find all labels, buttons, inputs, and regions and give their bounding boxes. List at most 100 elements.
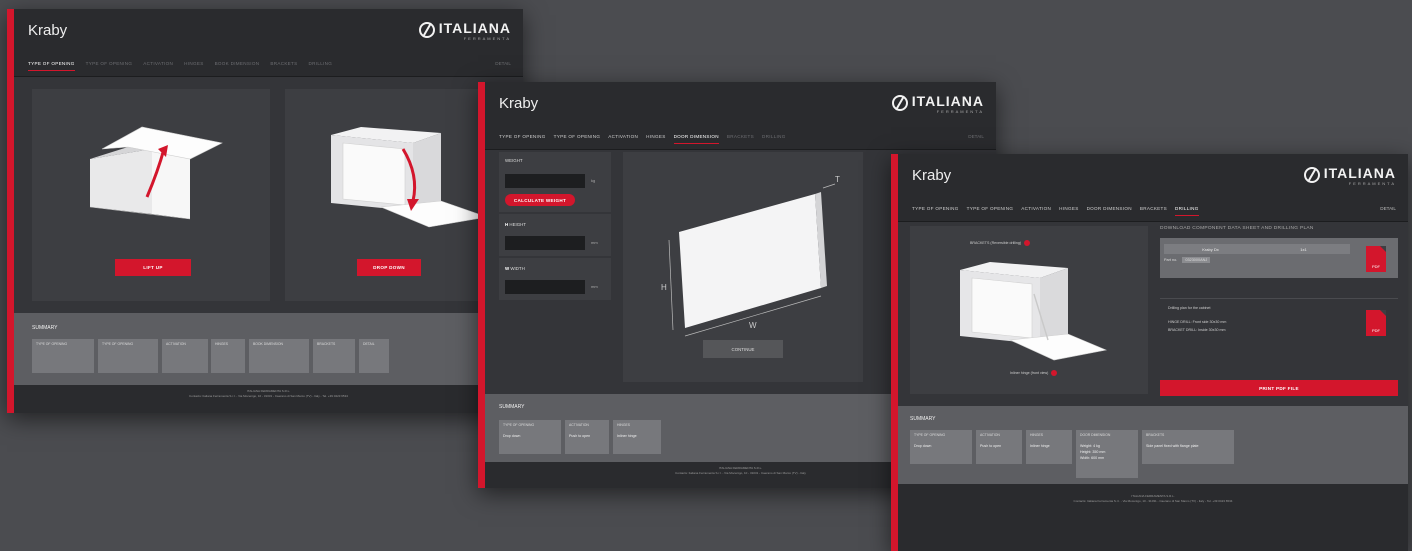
drilling-plan-block: Drilling plan for the cabinet HINGE DRIL… [1160,306,1398,356]
summary-item: BOOK DIMENSION [249,339,309,373]
tab-type-of-opening[interactable]: TYPE OF OPENING [28,57,75,71]
app-title: Kraby [499,94,539,112]
height-dim-letter: H [505,222,509,227]
tab-hinges[interactable]: HINGES [646,130,665,143]
summary-item: ACTIVATION Push to open [565,420,609,454]
summary-item: ACTIVATION Push to open [976,430,1022,464]
tab-type-of-opening[interactable]: TYPE OF OPENING [912,202,959,215]
width-input[interactable] [505,280,585,294]
summary-section: SUMMARY TYPE OF OPENING Drop down ACTIVAT… [898,406,1408,484]
dimension-t-label: T [835,175,840,184]
pdf-drilling-icon[interactable]: PDF [1366,310,1386,336]
component-table: Kraby Dx 1x1 [1164,244,1350,254]
app-title: Kraby [912,166,952,184]
tab-hinges[interactable]: HINGES [184,57,203,70]
cabinet-preview-panel: BRACKETS (Reversible drilling) Inliner h… [910,226,1148,394]
part-code-row: Part no. 0323000ANJ [1164,257,1211,263]
weight-input[interactable] [505,174,585,188]
app-title: Kraby [28,21,68,39]
height-input[interactable] [505,236,585,250]
tab-type-of-opening-2[interactable]: TYPE OF OPENING [86,57,133,70]
drilling-line-2: BRACKET DRILL: Inside 30x30 mm [1168,328,1226,332]
tab-type-of-opening-2[interactable]: TYPE OF OPENING [554,130,601,143]
tab-brackets[interactable]: BRACKETS [270,57,297,70]
print-pdf-button[interactable]: PRINT PDF FILE [1160,380,1398,396]
summary-item: BRACKETS [313,339,355,373]
weight-label: WEIGHT [505,158,523,163]
step-nav: TYPE OF OPENING TYPE OF OPENING ACTIVATI… [898,196,1408,222]
hinge-caption: Inliner hinge (front view) [1010,370,1058,376]
tab-type-of-opening[interactable]: TYPE OF OPENING [499,130,546,143]
step-nav: TYPE OF OPENING TYPE OF OPENING ACTIVATI… [485,124,996,150]
detail-link[interactable]: DETAIL [1380,206,1396,211]
summary-item: TYPE OF OPENING [32,339,94,373]
height-label: H HEIGHT [505,222,526,227]
tab-activation[interactable]: ACTIVATION [608,130,638,143]
app-header: Kraby ITALIANA FERRAMENTA [14,9,523,51]
summary-item: HINGES [211,339,245,373]
summary-title: SUMMARY [910,416,936,422]
weight-unit: kg [591,178,596,183]
window-type-of-opening: Kraby ITALIANA FERRAMENTA TYPE OF OPENING… [7,9,523,413]
window-drilling: Kraby ITALIANA FERRAMENTA TYPE OF OPENING… [891,154,1408,551]
width-dim-letter: W [505,266,510,271]
tab-brackets[interactable]: BRACKETS [1140,202,1167,215]
tab-activation[interactable]: ACTIVATION [143,57,173,70]
pdf-download-icon[interactable]: PDF [1366,246,1386,272]
tab-hinges[interactable]: HINGES [1059,202,1078,215]
tab-door-dimension[interactable]: DOOR DIMENSION [1087,202,1132,215]
summary-item: TYPE OF OPENING Drop down [499,420,561,454]
part-code-label: Part no. [1164,258,1178,262]
drop-down-button[interactable]: DROP DOWN [357,259,421,276]
tab-activation[interactable]: ACTIVATION [1021,202,1051,215]
detail-link[interactable]: DETAIL [968,134,984,139]
continue-button[interactable]: CONTINUE [703,340,783,358]
tab-drilling[interactable]: DRILLING [309,57,333,70]
tab-door-dimension[interactable]: DOOR DIMENSION [673,130,719,144]
weight-field-group: WEIGHT kg CALCULATE WEIGHT [499,152,611,212]
lift-up-button[interactable]: LIFT UP [115,259,191,276]
download-section: DOWNLOAD COMPONENT DATA SHEET AND DRILLI… [1160,226,1400,396]
summary-item: TYPE OF OPENING [98,339,158,373]
italiana-logo-icon [1303,167,1320,183]
door-panel-diagram: H W T [661,175,840,337]
brackets-caption: BRACKETS (Reversible drilling) [970,240,1031,246]
drilling-area: BRACKETS (Reversible drilling) Inliner h… [898,222,1408,406]
part-code-value: 0323000ANJ [1182,257,1211,263]
italiana-logo-icon [418,22,435,38]
summary-item: ACTIVATION [162,339,208,373]
download-title: DOWNLOAD COMPONENT DATA SHEET AND DRILLI… [1160,226,1314,231]
lift-up-cabinet-image [89,126,223,220]
width-unit: mm [591,284,598,289]
footer: ITALIANA FERRAMENTA S.R.L. Contacts: Ita… [14,385,523,413]
cabinet-open-image [960,262,1108,361]
summary-title: SUMMARY [499,404,525,410]
summary-item: HINGES Inliner hinge [613,420,661,454]
drop-down-cabinet-image [331,127,489,228]
dimension-w-label: W [749,321,757,330]
footer: ITALIANA FERRAMENTA S.R.L. Contacts: Ita… [898,484,1408,551]
option-lift-up-card[interactable]: LIFT UP [32,89,270,301]
tab-book-dimension[interactable]: BOOK DIMENSION [215,57,260,70]
dimension-h-label: H [661,283,667,292]
summary-item: DOOR DIMENSION Weight: 4 kg Height: 350 m… [1076,430,1138,478]
calculate-weight-button[interactable]: CALCULATE WEIGHT [505,194,575,206]
tab-type-of-opening-2[interactable]: TYPE OF OPENING [967,202,1014,215]
info-dot-icon[interactable] [1024,240,1031,246]
brand-logo: ITALIANA FERRAMENTA [418,20,511,41]
divider [1160,298,1398,299]
component-card: Kraby Dx 1x1 Part no. 0323000ANJ PDF [1160,238,1398,278]
part-name: Kraby Dx [1202,246,1219,252]
drilling-plan-title: Drilling plan for the cabinet [1168,306,1211,310]
door-preview-panel: H W T CONTINUE [623,152,863,382]
tab-drilling[interactable]: DRILLING [1175,202,1199,216]
detail-link[interactable]: DETAIL [495,61,511,66]
part-qty: 1x1 [1300,246,1307,252]
drilling-line-1: HINGE DRILL: Front side 30x30 mm [1168,320,1227,324]
info-dot-icon[interactable] [1051,370,1058,376]
tab-drilling[interactable]: DRILLING [762,130,786,143]
summary-item: TYPE OF OPENING Drop down [910,430,972,464]
tab-brackets[interactable]: BRACKETS [727,130,754,143]
summary-title: SUMMARY [32,325,58,331]
brand-logo: ITALIANA FERRAMENTA [891,93,984,114]
